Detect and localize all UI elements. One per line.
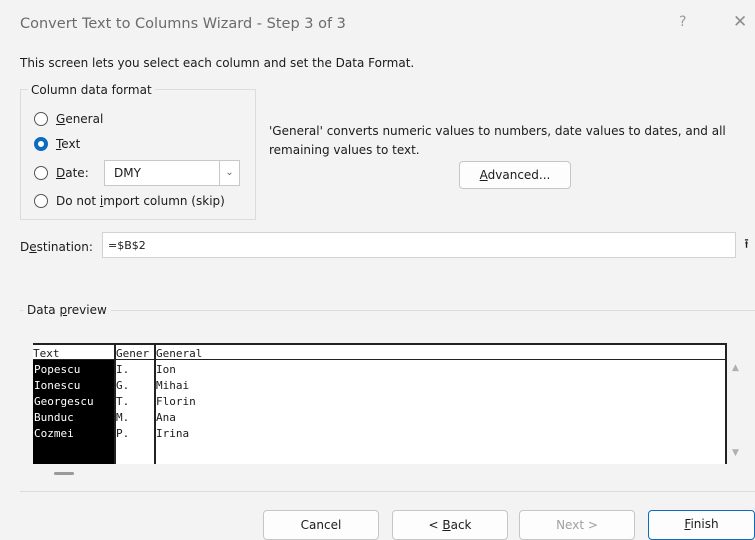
radio-text-label: Text [56,137,81,151]
grid-right-border [725,343,727,464]
back-button[interactable]: < Back [392,510,508,540]
collapse-dialog-icon[interactable]: ⭱ [738,233,755,257]
preview-cell: Ionescu [34,378,81,394]
preview-column-firstname[interactable]: General Ion Mihai Florin Ana Irina [156,343,727,464]
destination-label: Destination: [20,240,93,254]
preview-cell: Florin [156,395,196,408]
preview-cell: Irina [156,427,190,440]
preview-cell: Bunduc [34,410,74,426]
radio-text[interactable]: Text [34,137,80,151]
scroll-up-icon[interactable]: ▲ [732,363,739,373]
horizontal-scrollbar-thumb[interactable] [54,472,74,475]
preview-cell: Ion [156,363,176,376]
radio-general[interactable]: General [34,112,103,126]
preview-column-initial[interactable]: Gener I. G. T. M. P. [116,343,154,464]
destination-input[interactable]: =$B$2 [102,232,736,258]
radio-skip-circle[interactable] [34,194,48,208]
destination-value: =$B$2 [108,239,146,252]
preview-column-text[interactable]: Text Popescu Ionescu Georgescu Bunduc Co… [33,343,114,464]
scroll-down-icon[interactable]: ▼ [732,448,739,458]
preview-cell: I. [116,363,130,376]
date-format-select[interactable]: DMY ⌄ [104,160,240,186]
radio-date-label: Date: [56,166,89,180]
date-format-value: DMY [114,166,141,180]
preview-header[interactable]: Text [33,343,114,360]
radio-date[interactable]: Date: [34,166,89,180]
data-preview-grid[interactable]: Text Popescu Ionescu Georgescu Bunduc Co… [33,343,727,464]
preview-header[interactable]: General [156,343,727,360]
data-preview-legend: Data preview [23,303,111,317]
format-description: 'General' converts numeric values to num… [269,124,726,157]
radio-skip-label: Do not import column (skip) [56,194,225,208]
radio-date-circle[interactable] [34,166,48,180]
preview-cell: Mihai [156,379,190,392]
preview-cell: M. [116,411,130,424]
column-format-legend: Column data format [28,83,155,97]
preview-cell: Ana [156,411,176,424]
next-button[interactable]: Next > [519,510,635,540]
help-button[interactable]: ? [679,14,686,30]
chevron-down-icon[interactable]: ⌄ [219,161,239,185]
preview-cell: P. [116,427,130,440]
radio-general-circle[interactable] [34,112,48,126]
radio-skip[interactable]: Do not import column (skip) [34,194,225,208]
preview-cell: T. [116,395,130,408]
intro-text: This screen lets you select each column … [20,56,415,70]
advanced-button[interactable]: Advanced... [459,161,571,189]
preview-header[interactable]: Gener [116,343,154,360]
close-icon[interactable]: ✕ [733,12,747,32]
radio-general-label: General [56,112,104,126]
preview-cell: Cozmei [34,426,74,442]
cancel-button[interactable]: Cancel [263,510,379,540]
radio-text-circle[interactable] [34,137,48,151]
finish-button[interactable]: Finish [648,510,755,540]
preview-cell: G. [116,379,130,392]
preview-cell: Popescu [34,362,81,378]
preview-cell: Georgescu [34,394,94,410]
dialog-title: Convert Text to Columns Wizard - Step 3 … [20,16,346,32]
